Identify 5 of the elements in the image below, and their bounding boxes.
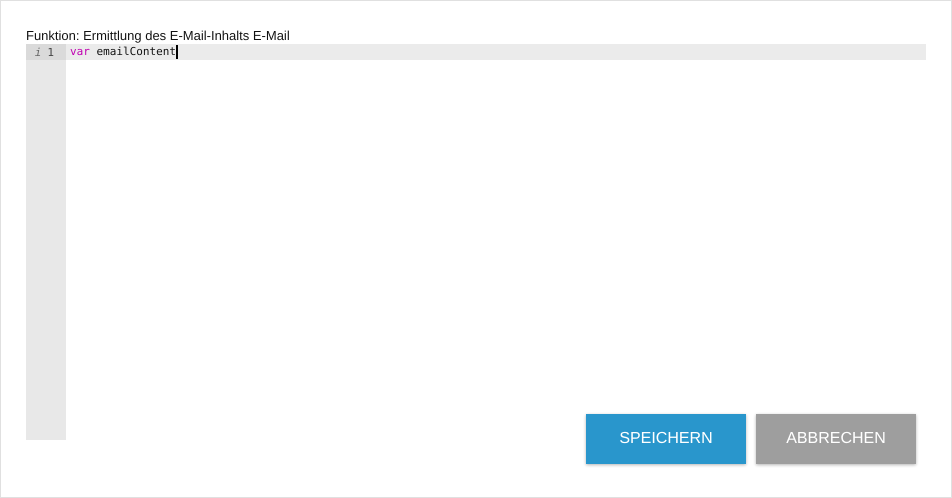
info-marker: i [34, 46, 42, 58]
save-button[interactable]: SPEICHERN [586, 414, 746, 464]
cancel-button[interactable]: ABBRECHEN [756, 414, 916, 464]
dialog-title: Funktion: Ermittlung des E-Mail-Inhalts E-Mail [26, 28, 291, 44]
line-number: 1 [47, 46, 54, 58]
